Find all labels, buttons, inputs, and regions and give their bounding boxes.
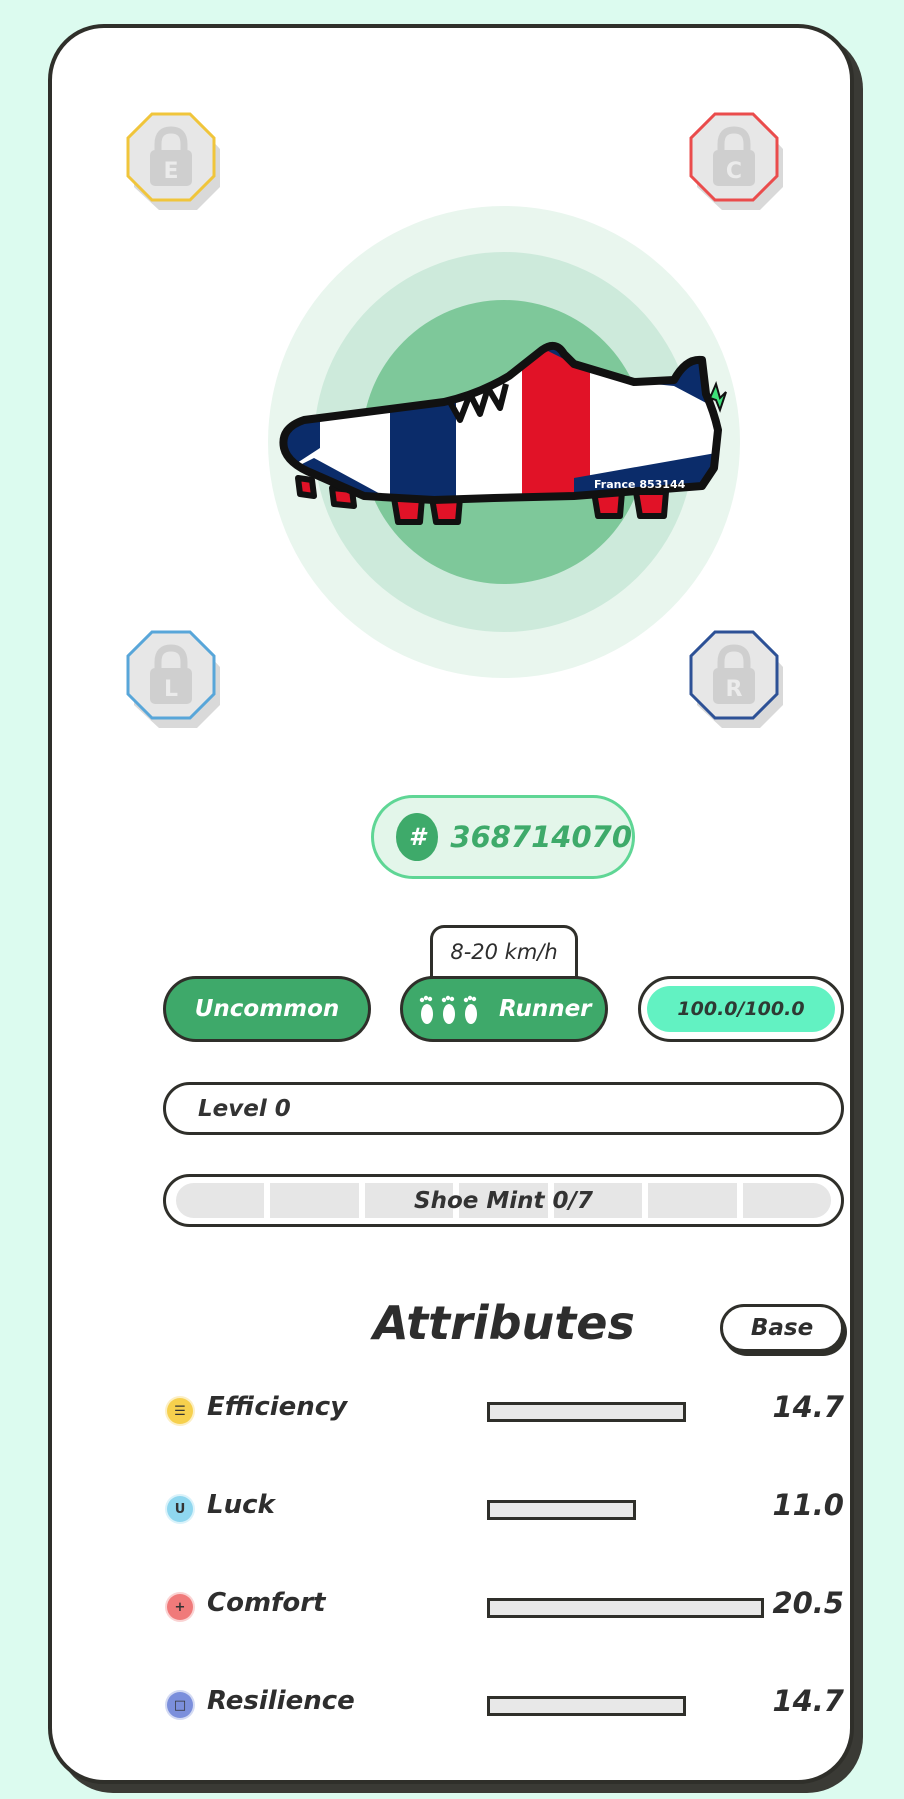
lock-icon: C (689, 112, 783, 210)
shoe-name-text: France (594, 478, 635, 491)
level-bar[interactable]: Level 0 (163, 1082, 844, 1135)
rarity-badge: Uncommon (163, 976, 371, 1042)
attribute-bar (487, 1402, 686, 1422)
slot-letter: L (164, 677, 178, 702)
attribute-row-resilience: □ Resilience 14.7 (163, 1684, 844, 1724)
sneaker-image: France 853144 (279, 341, 727, 525)
efficiency-icon: ☰ (167, 1398, 193, 1424)
footprints-icon (417, 992, 481, 1026)
attribute-value: 11.0 (772, 1488, 844, 1522)
token-id-number: 368714070 (450, 820, 632, 854)
base-toggle-button[interactable]: Base (720, 1304, 844, 1352)
slot-letter: R (726, 677, 743, 702)
attribute-bar (487, 1500, 636, 1520)
attribute-value: 14.7 (772, 1684, 844, 1718)
gem-slot-l[interactable]: L (122, 628, 222, 728)
level-label: Level 0 (198, 1095, 291, 1122)
gem-slot-e[interactable]: E (122, 110, 222, 210)
attribute-row-comfort: + Comfort 20.5 (163, 1586, 844, 1626)
token-id-badge[interactable]: # 368714070 (371, 795, 635, 879)
lock-icon: L (126, 630, 220, 728)
attribute-row-efficiency: ☰ Efficiency 14.7 (163, 1390, 844, 1430)
attribute-name: Comfort (207, 1588, 326, 1618)
sneaker-card: E C L R France 853144 # 368714070 8-20 k… (48, 24, 854, 1784)
attributes-title: Attributes (373, 1296, 635, 1350)
gem-slot-c[interactable]: C (685, 110, 785, 210)
durability-fill: 100.0/100.0 (647, 986, 835, 1032)
lock-icon: E (126, 112, 220, 210)
resilience-icon: □ (167, 1692, 193, 1718)
attribute-name: Resilience (207, 1686, 355, 1716)
attribute-name: Efficiency (207, 1392, 348, 1422)
slot-letter: C (726, 159, 742, 184)
shoe-mint-bar[interactable]: Shoe Mint 0/7 (163, 1174, 844, 1227)
durability-bar[interactable]: 100.0/100.0 (638, 976, 844, 1042)
attribute-name: Luck (207, 1490, 275, 1520)
shoe-type-badge: Runner (400, 976, 608, 1042)
shoe-type-label: Runner (499, 996, 592, 1022)
attribute-bar (487, 1696, 686, 1716)
comfort-icon: + (167, 1594, 193, 1620)
slot-letter: E (163, 159, 178, 184)
luck-icon: U (167, 1496, 193, 1522)
attribute-row-luck: U Luck 11.0 (163, 1488, 844, 1528)
hash-icon: # (396, 813, 439, 861)
attribute-value: 14.7 (772, 1390, 844, 1424)
attribute-value: 20.5 (772, 1586, 844, 1620)
speed-range-tab: 8-20 km/h (430, 925, 578, 983)
shoe-mint-label: Shoe Mint 0/7 (414, 1187, 593, 1214)
attribute-bar (487, 1598, 764, 1618)
svg-text:France 853144: France 853144 (594, 478, 686, 491)
shoe-serial-text: 853144 (639, 478, 685, 491)
durability-label: 100.0/100.0 (677, 998, 805, 1020)
